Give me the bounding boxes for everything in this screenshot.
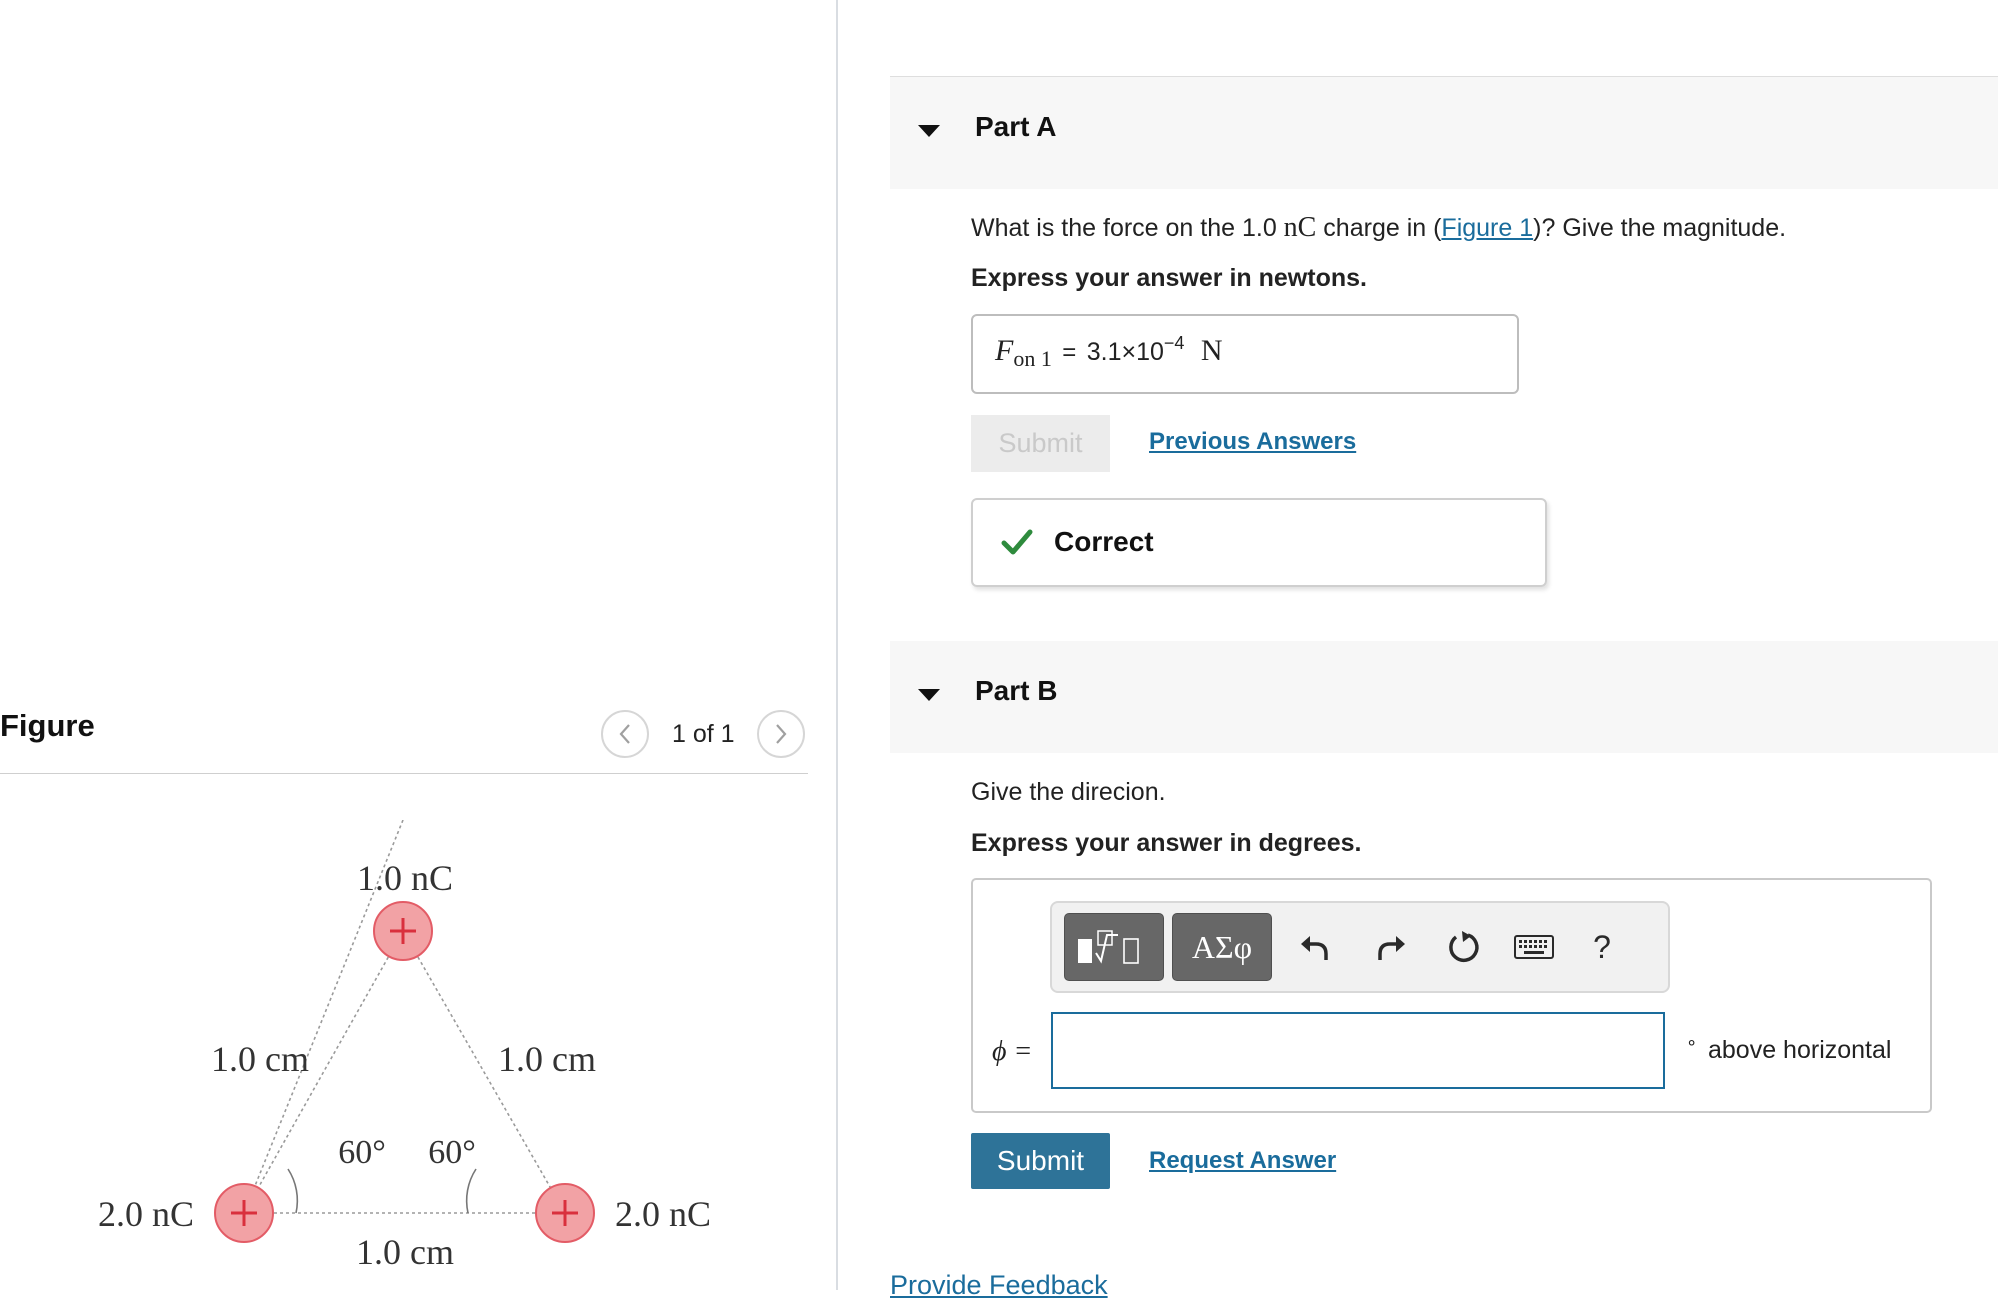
figure-link[interactable]: Figure 1 <box>1441 214 1533 242</box>
correct-label: Correct <box>1054 526 1154 557</box>
keyboard-button[interactable] <box>1506 917 1562 977</box>
question-text-mid: charge in ( <box>1316 214 1442 242</box>
redo-icon <box>1378 936 1405 960</box>
collapse-triangle-icon <box>918 689 940 701</box>
answer-unit: N <box>1200 334 1223 367</box>
figure-divider <box>0 773 808 774</box>
keyboard-icon <box>1514 935 1554 959</box>
answer-subscript: on 1 <box>1013 346 1052 371</box>
left-charge <box>214 1183 274 1243</box>
question-text: What is the force on the 1.0 <box>971 214 1284 242</box>
panel-divider <box>836 0 838 1290</box>
check-icon <box>1001 529 1033 555</box>
top-charge <box>373 901 433 961</box>
answer-variable: F <box>995 334 1014 367</box>
right-charge <box>535 1183 595 1243</box>
top-charge-label: 1.0 nC <box>357 858 453 898</box>
previous-answers-link[interactable]: Previous Answers <box>1149 428 1356 456</box>
chevron-left-icon <box>619 724 630 744</box>
request-answer-link[interactable]: Request Answer <box>1149 1147 1336 1175</box>
answer-expression: Fon 1 = 3.1×10−4 N <box>995 333 1223 371</box>
left-charge-label: 2.0 nC <box>98 1194 194 1234</box>
part-b-question: Give the direcion. <box>971 778 1166 806</box>
part-b-submit-button[interactable]: Submit <box>971 1133 1110 1189</box>
left-angle-label: 60° <box>338 1134 386 1171</box>
unit-label: above horizontal <box>1708 1036 1892 1064</box>
redo-button[interactable] <box>1364 917 1420 977</box>
chevron-right-icon <box>776 724 787 744</box>
charge-triangle-diagram: 1.0 nC 2.0 nC 2.0 nC 1.0 cm 1.0 cm 1.0 c… <box>98 820 711 1272</box>
right-angle-label: 60° <box>428 1134 476 1171</box>
part-b-title: Part B <box>975 675 1058 706</box>
left-side-label: 1.0 cm <box>211 1039 309 1079</box>
undo-button[interactable] <box>1286 917 1342 977</box>
answer-exponent: −4 <box>1163 333 1185 353</box>
part-a-instruction: Express your answer in newtons. <box>971 264 1367 292</box>
help-button[interactable]: ? <box>1574 917 1630 977</box>
reset-icon <box>1449 931 1479 963</box>
part-a-header[interactable]: Part A <box>890 76 1998 189</box>
right-side-label: 1.0 cm <box>498 1039 596 1079</box>
figure-prev-button[interactable] <box>601 710 649 758</box>
undo-icon <box>1301 936 1328 960</box>
part-a-submit-button[interactable]: Submit <box>971 415 1110 472</box>
phi-label: ϕ = <box>992 1036 1033 1067</box>
bottom-side-label: 1.0 cm <box>356 1232 454 1272</box>
part-a-question: What is the force on the 1.0 nC charge i… <box>971 212 1786 244</box>
degree-symbol: ∘ <box>1686 1032 1698 1052</box>
figure-next-button[interactable] <box>757 710 805 758</box>
figure-counter: 1 of 1 <box>672 720 735 748</box>
part-a-answer-display: Fon 1 = 3.1×10−4 N <box>971 314 1519 394</box>
answer-equals: = <box>1062 339 1077 366</box>
collapse-triangle-icon <box>918 125 940 137</box>
question-text-suffix: )? Give the magnitude. <box>1533 214 1787 242</box>
part-a-title: Part A <box>975 111 1057 142</box>
question-unit: nC <box>1283 212 1317 243</box>
part-b-header[interactable]: Part B <box>890 641 1998 753</box>
left-angle-arc <box>287 1168 299 1214</box>
right-charge-label: 2.0 nC <box>615 1194 711 1234</box>
templates-icon <box>1078 930 1139 964</box>
reset-button[interactable] <box>1436 917 1492 977</box>
greek-symbols-button[interactable]: ΑΣφ <box>1172 913 1272 981</box>
right-angle-arc <box>465 1168 477 1214</box>
provide-feedback-link[interactable]: Provide Feedback <box>890 1270 1108 1301</box>
part-b-instruction: Express your answer in degrees. <box>971 829 1362 857</box>
math-toolbar: ΑΣφ ? <box>1050 901 1670 993</box>
phi-answer-input[interactable] <box>1051 1012 1665 1089</box>
answer-value: 3.1×10 <box>1086 338 1164 366</box>
templates-button[interactable] <box>1064 913 1164 981</box>
figure-heading: Figure <box>0 708 95 743</box>
